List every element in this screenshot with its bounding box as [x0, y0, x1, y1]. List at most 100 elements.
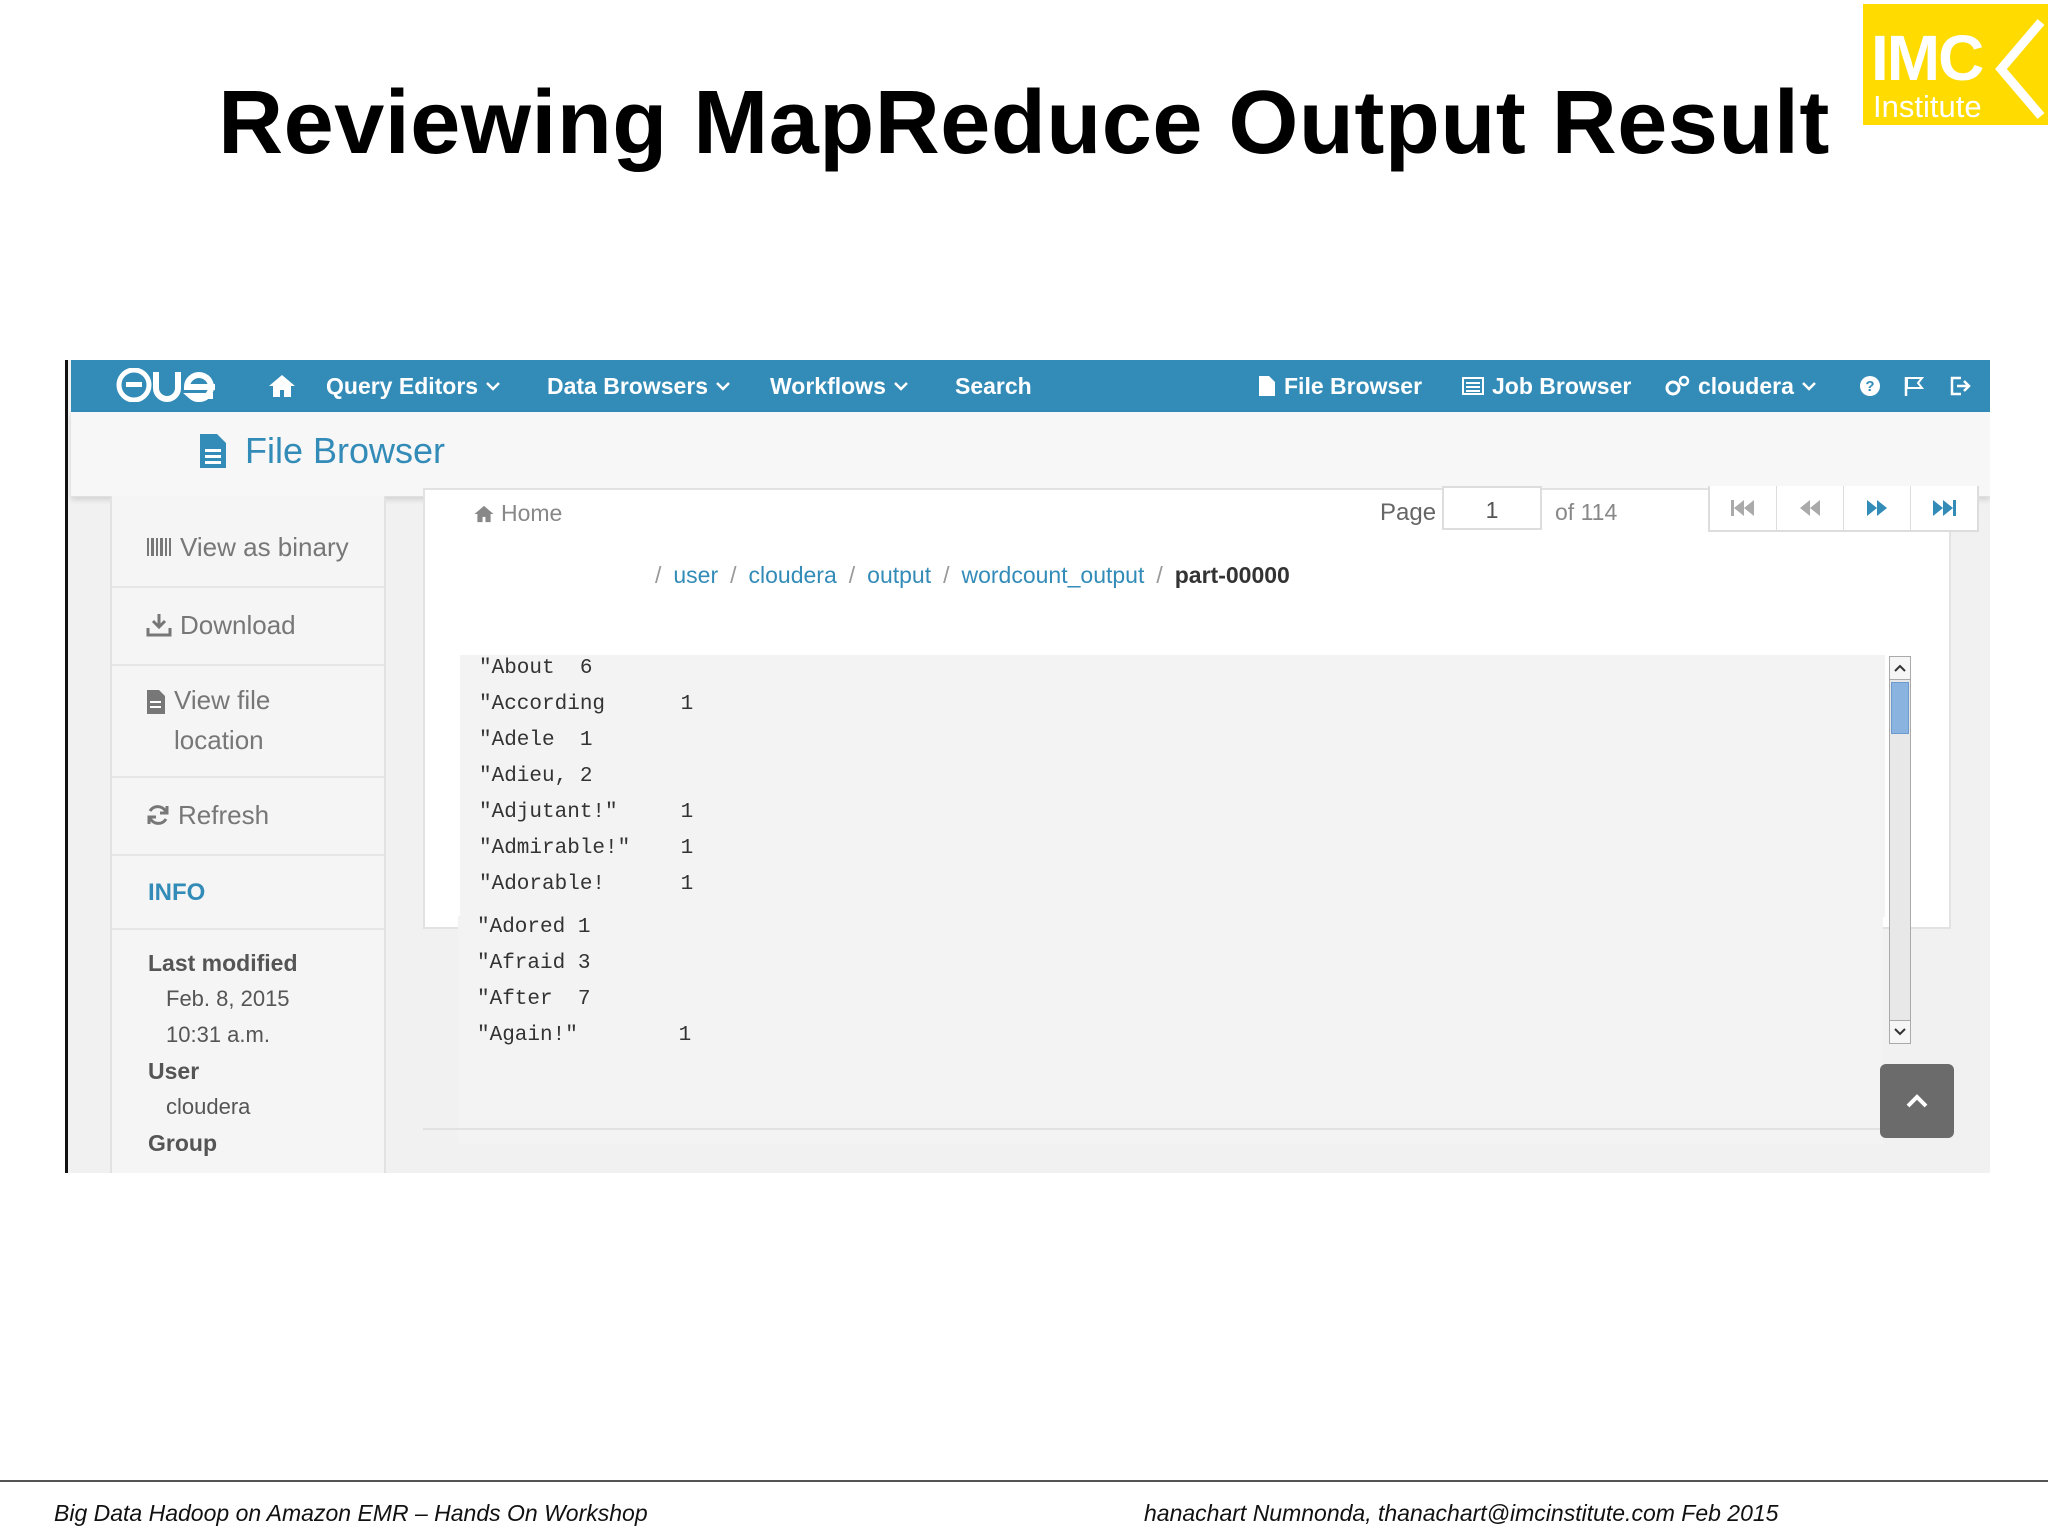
user-label: User	[148, 1058, 200, 1084]
chevron-down-icon	[1894, 1028, 1906, 1036]
logo-chevron-icon	[1995, 19, 2045, 119]
breadcrumb-separator: /	[1156, 562, 1163, 588]
last-modified-date: Feb. 8, 2015	[166, 986, 290, 1011]
chevron-down-icon	[486, 382, 500, 391]
file-line: "According 1	[479, 693, 694, 716]
nav-user-menu[interactable]: cloudera	[1664, 360, 1816, 412]
footer-course-title: Big Data Hadoop on Amazon EMR – Hands On…	[54, 1500, 648, 1526]
home-icon	[474, 505, 494, 522]
flag-icon	[1904, 377, 1925, 396]
breadcrumb-cloudera[interactable]: cloudera	[749, 562, 837, 589]
breadcrumb-output[interactable]: output	[867, 562, 931, 589]
nav-data-browsers-label: Data Browsers	[547, 373, 709, 399]
view-as-binary-button[interactable]: View as binary	[112, 496, 384, 588]
previous-page-button[interactable]	[1776, 486, 1843, 530]
slide-title: Reviewing MapReduce Output Result	[218, 73, 1830, 173]
user-value: cloudera	[166, 1094, 251, 1119]
nav-search-label: Search	[955, 373, 1032, 399]
scroll-up-button[interactable]	[1890, 657, 1910, 680]
breadcrumb-separator: /	[943, 562, 950, 588]
nav-search[interactable]: Search	[955, 360, 1032, 412]
home-link[interactable]: Home	[473, 500, 562, 527]
scroll-down-button[interactable]	[1890, 1020, 1910, 1043]
breadcrumb-separator: /	[655, 562, 662, 588]
forward-icon	[1867, 500, 1887, 516]
home-icon	[269, 375, 295, 397]
view-file-location-button[interactable]: View file location	[112, 666, 384, 778]
group-label: Group	[148, 1130, 217, 1156]
download-button[interactable]: Download	[112, 588, 384, 666]
list-icon	[1462, 377, 1484, 395]
file-line: "Adored 1	[477, 916, 591, 939]
chevron-down-icon	[716, 382, 730, 391]
file-sidebar: View as binary Download View file locati…	[110, 496, 386, 1173]
home-nav-button[interactable]	[267, 360, 297, 412]
chevron-down-icon	[1801, 382, 1816, 391]
view-file-location-label: View file location	[174, 685, 271, 755]
scroll-to-top-button[interactable]	[1880, 1064, 1954, 1138]
rewind-icon	[1800, 500, 1820, 516]
gears-icon	[1665, 375, 1690, 396]
file-line: "Adele 1	[479, 729, 593, 752]
breadcrumb-current-file: part-00000	[1174, 562, 1290, 588]
flag-button[interactable]	[1903, 360, 1925, 412]
file-line: "Afraid 3	[477, 952, 591, 975]
last-page-button[interactable]	[1910, 486, 1977, 530]
refresh-button[interactable]: Refresh	[112, 778, 384, 856]
file-scrollbar[interactable]	[1889, 656, 1911, 1044]
breadcrumb-separator: /	[730, 562, 737, 588]
file-line: "After 7	[477, 988, 591, 1011]
refresh-icon	[147, 805, 169, 825]
download-label: Download	[180, 610, 296, 640]
nav-workflows[interactable]: Workflows	[770, 360, 908, 412]
file-line: "About 6	[479, 657, 593, 680]
file-contents-continued: "Adored 1 "Afraid 3 "After 7 "Again!" 1	[458, 916, 1883, 1144]
nav-job-browser[interactable]: Job Browser	[1462, 360, 1631, 412]
nav-query-editors[interactable]: Query Editors	[326, 360, 500, 412]
nav-workflows-label: Workflows	[770, 373, 886, 399]
page-title-text: File Browser	[245, 430, 446, 471]
file-line: "Adorable! 1	[479, 873, 694, 896]
file-line: "Again!" 1	[477, 1024, 692, 1047]
nav-job-browser-label: Job Browser	[1492, 373, 1632, 399]
last-modified-label: Last modified	[148, 950, 298, 976]
logo-sub-text: Institute	[1873, 89, 1982, 124]
scroll-thumb[interactable]	[1891, 682, 1909, 734]
info-divider	[112, 928, 384, 930]
chevron-up-icon	[1906, 1094, 1928, 1108]
last-page-icon	[1933, 500, 1956, 516]
pagination-controls	[1708, 486, 1979, 532]
help-icon: ?	[1860, 376, 1880, 396]
page-total: of 114	[1555, 499, 1618, 525]
hue-navbar: Query Editors Data Browsers Workflows Se…	[71, 360, 1990, 412]
file-line: "Admirable!" 1	[479, 837, 694, 860]
last-modified-time: 10:31 a.m.	[166, 1022, 270, 1047]
next-page-button[interactable]	[1843, 486, 1910, 530]
chevron-up-icon	[1894, 664, 1906, 672]
panel-bottom-border	[423, 1128, 1951, 1130]
nav-query-editors-label: Query Editors	[326, 373, 479, 399]
page-number-input[interactable]: 1	[1442, 486, 1542, 530]
file-contents-view[interactable]: "About 6 "According 1 "Adele 1 "Adieu, 2…	[460, 655, 1885, 917]
logo-main-text: IMC	[1871, 22, 1984, 94]
file-line: "Adjutant!" 1	[479, 801, 694, 824]
page-title: File Browser	[199, 430, 445, 472]
imc-institute-logo: IMC Institute	[1863, 4, 2048, 125]
breadcrumb-wordcount-output[interactable]: wordcount_output	[962, 562, 1145, 589]
home-link-label: Home	[501, 500, 563, 526]
nav-user-label: cloudera	[1698, 373, 1794, 399]
page-label: Page	[1380, 499, 1437, 526]
info-heading: INFO	[148, 879, 206, 906]
download-icon	[146, 614, 172, 637]
logout-icon	[1950, 376, 1971, 396]
first-page-button[interactable]	[1710, 486, 1776, 530]
help-button[interactable]: ?	[1859, 360, 1881, 412]
breadcrumb-user[interactable]: user	[673, 562, 718, 589]
file-line: "Adieu, 2	[479, 765, 593, 788]
view-as-binary-label: View as binary	[180, 532, 349, 562]
breadcrumb-separator: /	[848, 562, 856, 588]
nav-data-browsers[interactable]: Data Browsers	[547, 360, 730, 412]
file-content-panel: Home Page 1 of 114 / user / cloudera / o…	[423, 486, 1979, 929]
logout-button[interactable]	[1949, 360, 1971, 412]
nav-file-browser[interactable]: File Browser	[1258, 360, 1422, 412]
